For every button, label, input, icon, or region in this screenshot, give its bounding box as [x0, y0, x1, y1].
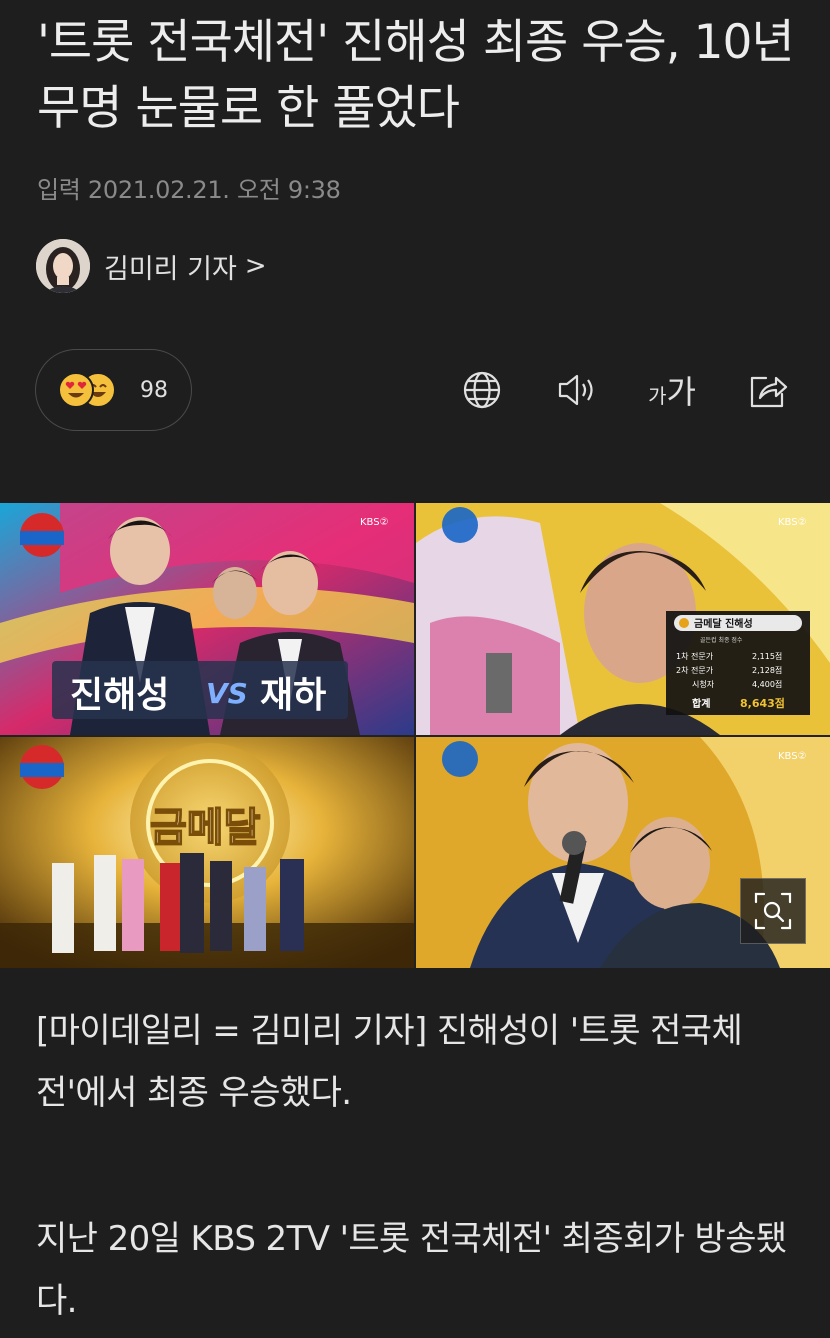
score-row-value: 2,128점 [752, 665, 782, 675]
channel-mark-3: KBS② [778, 751, 807, 762]
speaker-icon [558, 374, 593, 406]
photo-zoom-button[interactable] [740, 878, 806, 944]
channel-mark-1: KBS② [360, 517, 389, 528]
score-total-label: 합계 [692, 697, 710, 710]
channel-mark-2: KBS② [778, 517, 807, 528]
caption-name-left: 진해성 [70, 675, 169, 716]
gold-medal-text: 금메달 [150, 805, 261, 851]
reporter-avatar [36, 239, 90, 293]
share-icon [750, 376, 788, 408]
share-button[interactable] [742, 364, 794, 416]
article-photo: 진해성 VS 재하 KBS② 금메달 진해성 골든컵 최종 점수 1차 전문가 … [0, 503, 830, 968]
reporter-name: 김미리 기자 [104, 253, 237, 285]
score-row-value: 2,115점 [752, 651, 782, 661]
zoom-icon [754, 892, 792, 930]
score-row-label: 시청자 [692, 680, 715, 689]
article-paragraph: [마이데일리 = 김미리 기자] 진해성이 '트롯 전국체전'에서 최종 우승했… [36, 1011, 743, 1113]
caption-name-right: 재하 [260, 675, 326, 716]
article-toolbar: 가가 [0, 364, 830, 416]
reporter-byline[interactable]: 김미리 기자 > [36, 238, 267, 294]
font-size-button[interactable]: 가가 [642, 364, 702, 416]
score-row-label: 1차 전문가 [676, 651, 714, 661]
translate-button[interactable] [456, 364, 508, 416]
score-board-title: 금메달 진해성 [694, 617, 753, 630]
score-total-value: 8,643점 [740, 696, 785, 710]
article-headline: '트롯 전국체전' 진해성 최종 우승, 10년 무명 눈물로 한 풀었다 [37, 15, 795, 136]
article-dateline: 입력 2021.02.21. 오전 9:38 [37, 176, 341, 204]
globe-icon [463, 371, 501, 409]
chevron-right-icon: > [244, 251, 267, 281]
article-paragraph: 지난 20일 KBS 2TV '트롯 전국체전' 최종회가 방송됐다. [36, 1219, 787, 1321]
score-row-label: 2차 전문가 [676, 665, 714, 675]
score-board-subtitle: 골든컵 최종 점수 [700, 636, 743, 644]
font-size-icon: 가가 [648, 373, 696, 411]
caption-vs: VS [206, 677, 248, 710]
score-row-value: 4,400점 [752, 679, 782, 689]
listen-button[interactable] [551, 364, 603, 416]
